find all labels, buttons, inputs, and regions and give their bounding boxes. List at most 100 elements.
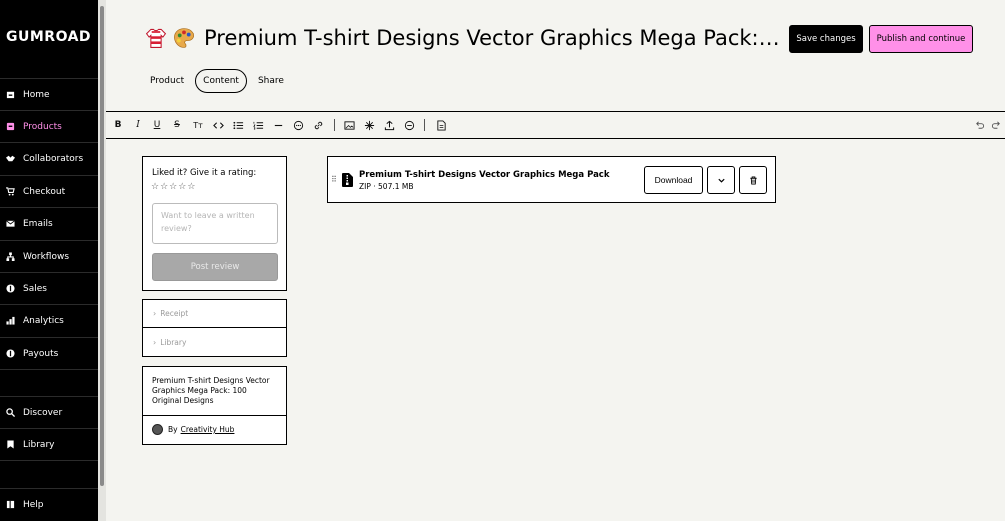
links-card: › Receipt › Library bbox=[142, 299, 287, 357]
toolbar-separator bbox=[334, 119, 335, 131]
image-icon[interactable] bbox=[343, 119, 355, 131]
sidebar-item-label: Products bbox=[23, 121, 62, 132]
sidebar-spacer bbox=[0, 369, 98, 397]
sidebar-item-label: Workflows bbox=[23, 251, 70, 262]
scrollbar-thumb[interactable] bbox=[100, 6, 104, 486]
bar-chart-icon bbox=[6, 316, 15, 325]
workflow-icon bbox=[6, 252, 15, 261]
sidebar-item-home[interactable]: Home bbox=[0, 78, 98, 110]
upload-icon[interactable] bbox=[383, 119, 395, 131]
sidebar-scrollbar[interactable] bbox=[98, 0, 106, 521]
delete-file-button[interactable] bbox=[739, 166, 767, 194]
tshirt-emoji-icon bbox=[145, 28, 167, 48]
star-rating[interactable]: ☆ ☆ ☆ ☆ ☆ bbox=[151, 182, 196, 192]
page-header: Premium T-shirt Designs Vector Graphics … bbox=[106, 0, 1005, 112]
creator-link[interactable]: Creativity Hub bbox=[181, 425, 235, 434]
title-area: Premium T-shirt Designs Vector Graphics … bbox=[144, 24, 784, 52]
sidebar-item-label: Payouts bbox=[23, 348, 59, 359]
chevron-right-icon: › bbox=[153, 309, 157, 318]
drag-handle-icon[interactable]: ⠿ bbox=[331, 175, 337, 184]
file-name: Premium T-shirt Designs Vector Graphics … bbox=[359, 170, 610, 180]
envelope-icon bbox=[6, 219, 15, 228]
comment-icon[interactable] bbox=[292, 119, 304, 131]
book-icon bbox=[6, 500, 15, 509]
file-embed: ⠿ Premium T-shirt Designs Vector Graphic… bbox=[327, 156, 776, 203]
sidebar-item-library[interactable]: Library bbox=[0, 428, 98, 460]
strikethrough-icon[interactable]: S bbox=[171, 119, 183, 131]
palette-emoji-icon bbox=[174, 28, 194, 48]
star-icon[interactable]: ☆ bbox=[178, 182, 186, 192]
sidebar-item-discover[interactable]: Discover bbox=[0, 396, 98, 428]
star-icon[interactable]: ☆ bbox=[169, 182, 177, 192]
avatar bbox=[152, 424, 163, 435]
tab-content[interactable]: Content bbox=[195, 69, 247, 93]
toolbar-separator bbox=[424, 119, 425, 131]
sidebar-item-emails[interactable]: Emails bbox=[0, 207, 98, 239]
bold-icon[interactable]: B bbox=[112, 119, 124, 131]
gumroad-logo[interactable]: GUMROAD bbox=[6, 29, 91, 45]
by-label: By bbox=[168, 425, 178, 434]
sidebar-spacer bbox=[0, 460, 98, 488]
sidebar-item-workflows[interactable]: Workflows bbox=[0, 240, 98, 272]
home-icon bbox=[6, 90, 15, 99]
post-review-button[interactable]: Post review bbox=[152, 253, 278, 281]
dollar-circle-icon bbox=[6, 284, 15, 293]
sidebar-item-label: Collaborators bbox=[23, 153, 84, 164]
page-title: Premium T-shirt Designs Vector Graphics … bbox=[204, 26, 784, 50]
embed-icon[interactable] bbox=[363, 119, 375, 131]
bookmark-icon bbox=[6, 440, 15, 449]
code-icon[interactable] bbox=[212, 119, 224, 131]
cart-icon bbox=[6, 187, 15, 196]
review-card: Liked it? Give it a rating: ☆ ☆ ☆ ☆ ☆ Wa… bbox=[142, 156, 287, 291]
sidebar-item-label: Home bbox=[23, 89, 50, 100]
horizontal-rule-icon[interactable] bbox=[272, 119, 284, 131]
undo-icon[interactable] bbox=[973, 119, 985, 131]
sidebar-item-analytics[interactable]: Analytics bbox=[0, 304, 98, 336]
save-changes-button[interactable]: Save changes bbox=[789, 25, 863, 53]
editor-toolbar: B I U S Tт bbox=[106, 112, 1005, 139]
star-icon[interactable]: ☆ bbox=[187, 182, 195, 192]
sidebar-item-collaborators[interactable]: Collaborators bbox=[0, 142, 98, 174]
text-size-icon[interactable]: Tт bbox=[192, 119, 204, 131]
divider bbox=[143, 415, 286, 416]
zip-file-icon bbox=[342, 173, 353, 187]
sidebar-item-help[interactable]: Help bbox=[0, 488, 98, 520]
sidebar-item-label: Discover bbox=[23, 407, 63, 418]
library-label: Library bbox=[160, 337, 187, 347]
sidebar-item-label: Sales bbox=[23, 283, 47, 294]
review-textarea[interactable]: Want to leave a written review? bbox=[152, 203, 278, 244]
sidebar-item-products[interactable]: Products bbox=[0, 110, 98, 142]
trash-icon bbox=[749, 175, 757, 185]
sidebar-item-checkout[interactable]: Checkout bbox=[0, 175, 98, 207]
file-icon[interactable] bbox=[435, 119, 447, 131]
star-icon[interactable]: ☆ bbox=[160, 182, 168, 192]
library-link[interactable]: › Library bbox=[143, 328, 287, 356]
star-icon[interactable]: ☆ bbox=[151, 182, 159, 192]
receipt-link[interactable]: › Receipt bbox=[143, 300, 287, 328]
more-icon[interactable] bbox=[403, 119, 415, 131]
sidebar-item-label: Checkout bbox=[23, 186, 66, 197]
bullet-list-icon[interactable] bbox=[232, 119, 244, 131]
italic-icon[interactable]: I bbox=[132, 119, 144, 131]
sidebar-item-label: Analytics bbox=[23, 315, 64, 326]
product-name: Premium T-shirt Designs Vector Graphics … bbox=[152, 376, 270, 405]
redo-icon[interactable] bbox=[990, 119, 1002, 131]
sidebar-item-sales[interactable]: Sales bbox=[0, 272, 98, 304]
download-button[interactable]: Download bbox=[644, 166, 703, 194]
receipt-label: Receipt bbox=[160, 309, 189, 318]
numbered-list-icon[interactable] bbox=[252, 119, 264, 131]
publish-and-continue-button[interactable]: Publish and continue bbox=[869, 25, 973, 53]
sidebar-item-payouts[interactable]: Payouts bbox=[0, 337, 98, 369]
sidebar: GUMROAD Home Products Collaborators Chec… bbox=[0, 0, 98, 521]
sidebar-item-label: Emails bbox=[23, 218, 53, 229]
tab-product[interactable]: Product bbox=[142, 69, 192, 93]
creator-row: By Creativity Hub bbox=[152, 424, 234, 435]
underline-icon[interactable]: U bbox=[151, 119, 163, 131]
link-icon[interactable] bbox=[312, 119, 324, 131]
search-icon bbox=[6, 408, 15, 417]
sidebar-item-label: Help bbox=[23, 499, 44, 510]
chevron-right-icon: › bbox=[153, 337, 157, 347]
file-options-button[interactable] bbox=[707, 166, 735, 194]
handshake-icon bbox=[6, 154, 15, 163]
tab-share[interactable]: Share bbox=[250, 69, 292, 93]
